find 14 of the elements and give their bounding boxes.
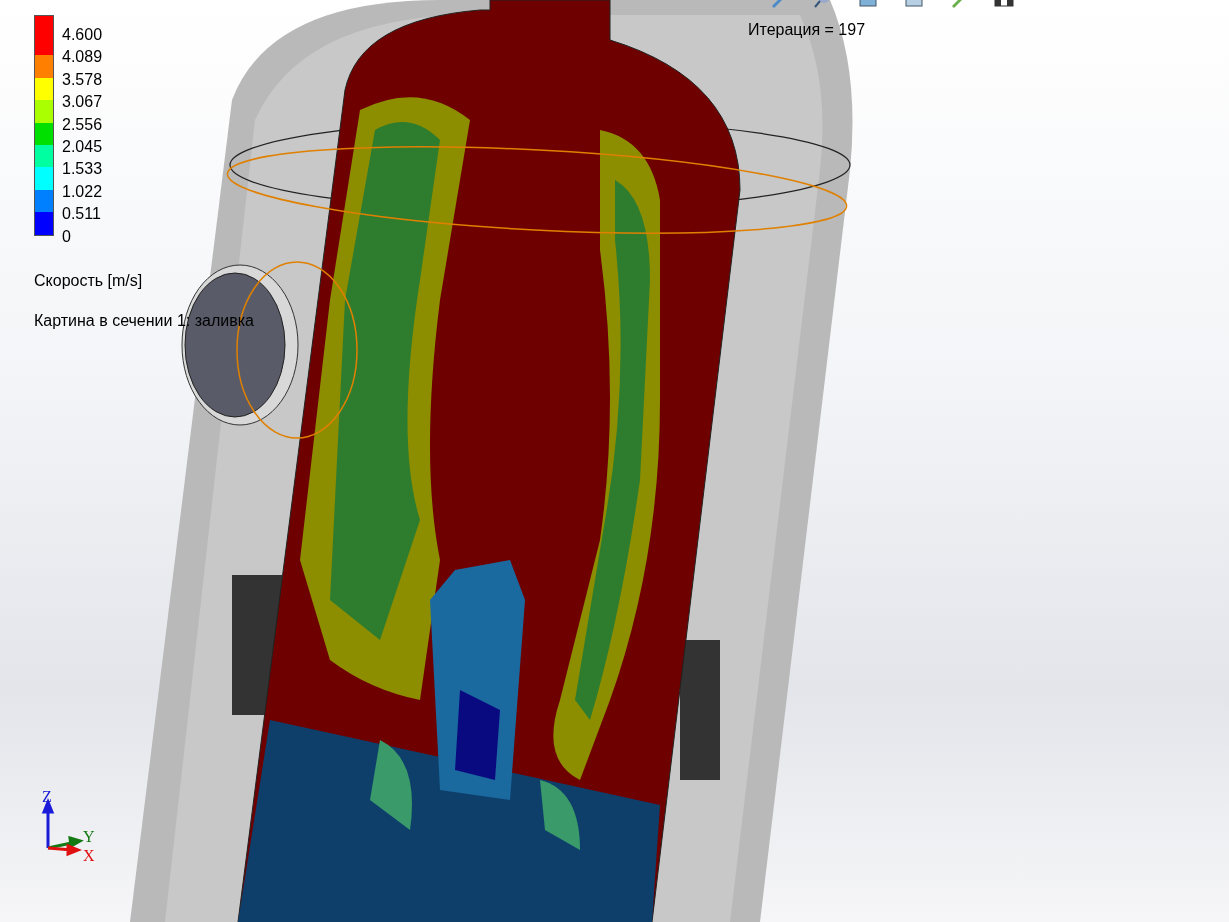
scale-value: 1.022: [62, 181, 103, 202]
scale-value: 2.556: [62, 114, 103, 135]
iteration-counter: Итерация = 197: [748, 21, 866, 39]
scale-value: 4.089: [62, 47, 103, 68]
axis-label: Y: [83, 828, 95, 845]
scale-value: 3.578: [62, 69, 103, 90]
scale-value: 0: [62, 226, 72, 247]
legend-title: Скорость [m/s]: [34, 272, 144, 291]
scale-value: 2.045: [62, 137, 103, 158]
axis-label: X: [83, 847, 95, 864]
scale-value: 1.533: [62, 159, 103, 180]
scale-value: 0.511: [62, 204, 102, 225]
scale-value: 4.600: [62, 25, 103, 45]
scale-value: 3.067: [62, 92, 103, 113]
